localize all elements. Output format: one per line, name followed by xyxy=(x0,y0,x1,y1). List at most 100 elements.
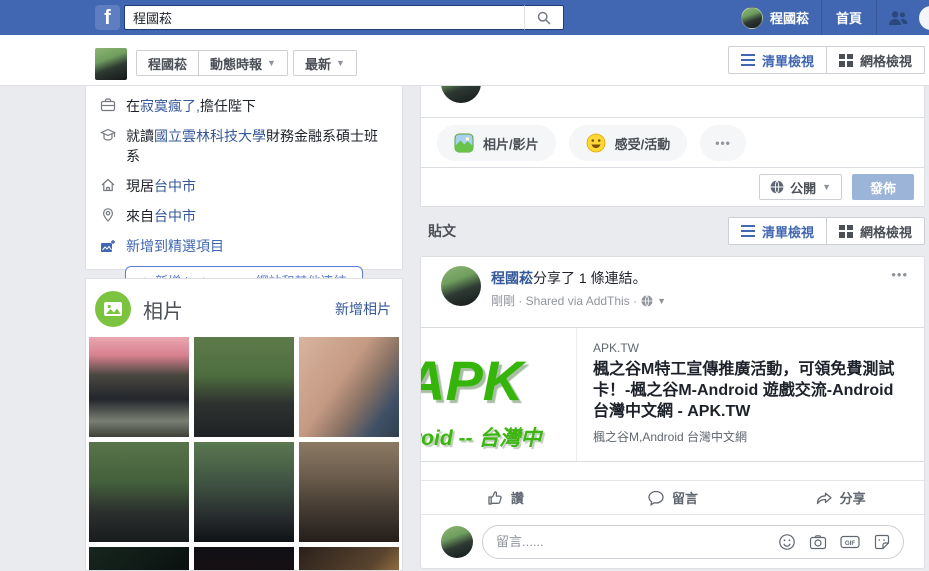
share-arrow-icon xyxy=(815,489,833,507)
tab-timeline[interactable]: 動態時報 ▼ xyxy=(198,51,287,75)
post-timestamp[interactable]: 剛剛 · Shared via AddThis · xyxy=(491,292,637,309)
comment-button[interactable]: 留言 xyxy=(589,481,757,514)
posts-grid-view-button[interactable]: 網格檢視 xyxy=(825,218,924,244)
add-featured-link[interactable]: 新增到精選項目 xyxy=(126,236,224,256)
link-thumbnail: APK roid -- 台灣中 xyxy=(421,328,577,461)
sticker-icon[interactable] xyxy=(873,533,891,551)
gif-icon[interactable]: GIF xyxy=(840,533,860,551)
tab-timeline-label: 動態時報 xyxy=(210,56,263,72)
photo-thumbnail[interactable] xyxy=(194,337,294,437)
intro-link[interactable]: 國立雲林科技大學 xyxy=(154,128,266,144)
profile-nav-group: 程國菘 動態時報 ▼ xyxy=(136,50,288,76)
post-author-link[interactable]: 程國菘 xyxy=(491,270,533,286)
smiley-icon xyxy=(586,133,606,153)
post-card: 程國菘分享了 1 條連結。 剛剛 · Shared via AddThis · … xyxy=(420,256,925,569)
intro-item-work: 在寂寞瘋了,擔任陛下 xyxy=(100,96,388,116)
link-title[interactable]: 楓之谷M特工宣傳推廣活動，可領免費測試卡！-楓之谷M-Android 遊戲交流-… xyxy=(593,359,908,422)
globe-icon xyxy=(770,180,784,194)
chevron-down-icon: ▼ xyxy=(267,58,276,68)
sort-group: 最新 ▼ xyxy=(292,50,357,76)
briefcase-icon xyxy=(100,97,116,113)
profile-tabs: 程國菘 動態時報 ▼ 最新 ▼ xyxy=(136,50,357,76)
chevron-down-icon: ▼ xyxy=(822,182,831,192)
sort-latest-button[interactable]: 最新 ▼ xyxy=(294,51,356,75)
intro-prefix: 就讀 xyxy=(126,128,154,144)
photo-thumbnail[interactable] xyxy=(89,547,189,570)
top-navbar: f 程國菘 首頁 xyxy=(0,0,929,35)
post-menu-button[interactable]: ••• xyxy=(891,267,908,282)
list-view-icon xyxy=(740,225,755,237)
composer-more-button[interactable]: ••• xyxy=(700,125,746,161)
composer-attach-row: 相片/影片 感受/活動 ••• xyxy=(437,125,746,161)
privacy-selector[interactable]: 公開 ▼ xyxy=(759,174,842,200)
photos-grid xyxy=(89,337,399,570)
location-pin-icon xyxy=(100,207,116,223)
navbar-profile-link[interactable]: 程國菘 xyxy=(770,8,809,27)
photo-video-button[interactable]: 相片/影片 xyxy=(437,125,556,161)
comment-avatar xyxy=(441,525,473,558)
intro-prefix: 在 xyxy=(126,98,140,114)
post-action-text: 分享了 1 條連結。 xyxy=(533,270,647,286)
list-view-icon xyxy=(740,54,755,66)
post-title-line: 程國菘分享了 1 條連結。 xyxy=(491,268,666,288)
tab-profile-name[interactable]: 程國菘 xyxy=(137,51,198,75)
like-label: 讚 xyxy=(510,491,524,506)
privacy-label: 公開 xyxy=(790,180,817,196)
tab-profile-name-label: 程國菘 xyxy=(148,56,188,72)
apk-logo-subtext: roid -- 台灣中 xyxy=(421,427,542,450)
emoji-icon[interactable] xyxy=(778,533,796,551)
add-photos-link[interactable]: 新增相片 xyxy=(335,299,391,319)
grid-view-button[interactable]: 網格檢視 xyxy=(825,47,924,73)
navbar-right: 程國菘 首頁 xyxy=(740,0,929,35)
publish-button[interactable]: 發佈 xyxy=(852,174,914,200)
friend-requests-button[interactable] xyxy=(877,0,919,35)
photo-thumbnail[interactable] xyxy=(194,547,294,570)
comment-input-icons: GIF xyxy=(778,533,891,551)
ellipsis-icon: ••• xyxy=(715,136,731,150)
search-bar xyxy=(124,5,564,30)
post-author-avatar[interactable] xyxy=(441,266,481,306)
navbar-home-link[interactable]: 首頁 xyxy=(822,8,876,27)
grid-view-label: 網格檢視 xyxy=(859,53,912,69)
posts-list-view-label: 清單檢視 xyxy=(761,224,814,240)
intro-link[interactable]: 寂寞瘋了, xyxy=(140,98,200,114)
intro-link[interactable]: 台中市 xyxy=(154,208,196,224)
thumbs-up-icon xyxy=(486,489,504,507)
link-attachment[interactable]: APK roid -- 台灣中 APK.TW 楓之谷M特工宣傳推廣活動，可領免費… xyxy=(421,327,924,462)
posts-view-toggle: 清單檢視 網格檢視 xyxy=(727,217,925,245)
composer-avatar xyxy=(441,85,481,103)
page-body: 在寂寞瘋了,擔任陛下 就讀國立雲林科技大學財務金融系碩士班系 現居台中市 來自台… xyxy=(0,85,929,571)
like-button[interactable]: 讚 xyxy=(421,481,589,514)
intro-item-education: 就讀國立雲林科技大學財務金融系碩士班系 xyxy=(100,126,388,166)
intro-item-current-city: 現居台中市 xyxy=(100,176,388,196)
feeling-activity-button[interactable]: 感受/活動 xyxy=(568,125,688,161)
post-header: 程國菘分享了 1 條連結。 剛剛 · Shared via AddThis · … xyxy=(421,257,924,309)
chevron-down-icon: ▼ xyxy=(335,58,345,68)
photo-thumbnail[interactable] xyxy=(89,442,189,542)
intro-text: 現居台中市 xyxy=(126,176,196,196)
messages-button[interactable] xyxy=(919,5,929,30)
photo-thumbnail[interactable] xyxy=(299,547,399,570)
list-view-label: 清單檢視 xyxy=(761,53,814,69)
camera-icon[interactable] xyxy=(809,533,827,551)
photo-thumbnail[interactable] xyxy=(89,337,189,437)
photo-thumbnail[interactable] xyxy=(299,337,399,437)
photo-thumbnail[interactable] xyxy=(194,442,294,542)
link-description: 楓之谷M,Android 台灣中文網 xyxy=(593,430,748,444)
search-icon xyxy=(537,11,551,25)
navbar-avatar[interactable] xyxy=(740,6,763,29)
search-button[interactable] xyxy=(524,5,564,30)
list-view-button[interactable]: 清單檢視 xyxy=(729,47,826,73)
post-action-bar: 讚 留言 分享 xyxy=(421,480,924,514)
share-button[interactable]: 分享 xyxy=(756,481,924,514)
photo-thumbnail[interactable] xyxy=(299,442,399,542)
toolbar-avatar[interactable] xyxy=(95,48,127,80)
posts-list-view-button[interactable]: 清單檢視 xyxy=(729,218,826,244)
chevron-down-icon[interactable]: ▼ xyxy=(657,296,666,306)
search-input[interactable] xyxy=(124,5,524,30)
photos-card: 相片 新增相片 xyxy=(85,278,403,571)
grid-view-icon xyxy=(838,224,853,238)
facebook-logo-icon[interactable]: f xyxy=(95,5,120,30)
intro-link[interactable]: 台中市 xyxy=(154,178,196,194)
intro-card: 在寂寞瘋了,擔任陛下 就讀國立雲林科技大學財務金融系碩士班系 現居台中市 來自台… xyxy=(85,85,403,294)
